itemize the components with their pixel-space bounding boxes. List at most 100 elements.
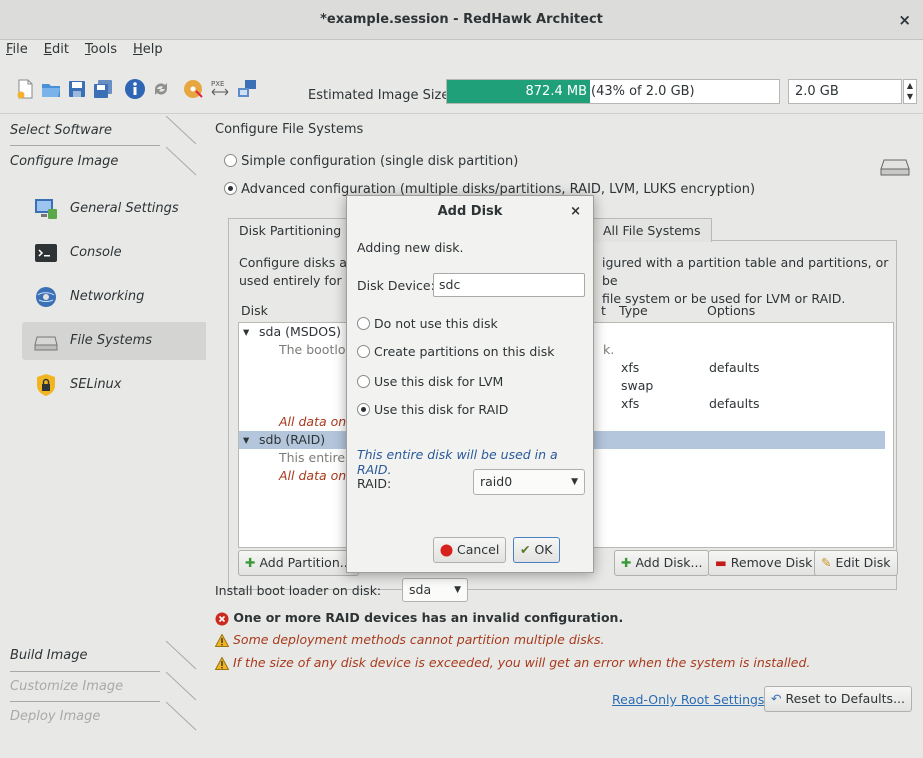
step-separator (10, 145, 160, 146)
save-as-icon[interactable] (92, 78, 114, 100)
step-select-software[interactable]: Select Software (10, 116, 206, 146)
ok-button[interactable]: ✔ OK (513, 537, 560, 563)
toolbar: PXE Estimated Image Size: 872.4 MB (43% … (0, 68, 923, 114)
radio-button[interactable] (224, 182, 237, 195)
max-size-spinner[interactable]: ▲ ▼ (903, 79, 917, 104)
step-divider-icon (166, 702, 197, 731)
cancel-button[interactable]: Cancel (433, 537, 507, 563)
menu-tools[interactable]: Tools (79, 40, 123, 57)
chevron-down-icon: ▼ (571, 477, 578, 487)
image-size-progress: 872.4 MB (43% of 2.0 GB) (446, 79, 780, 104)
step-divider-icon (166, 147, 197, 176)
column-mount-point[interactable]: t (601, 303, 606, 318)
option-do-not-use[interactable]: Do not use this disk (357, 316, 498, 331)
disk-device-input[interactable]: sdc (433, 273, 585, 297)
radio-button[interactable] (224, 154, 237, 167)
column-options[interactable]: Options (707, 303, 755, 318)
radio-button[interactable] (357, 375, 370, 388)
expander-icon[interactable]: ▾ (243, 323, 249, 341)
option-use-lvm[interactable]: Use this disk for LVM (357, 374, 503, 389)
open-folder-icon[interactable] (40, 78, 62, 100)
sidebar-item-file-systems[interactable]: File Systems (22, 322, 206, 360)
estimated-size-label: Estimated Image Size: (308, 88, 454, 103)
remove-disk-button[interactable]: ▬ Remove Disk (708, 550, 820, 576)
reset-to-defaults-button[interactable]: ↶ Reset to Defaults... (764, 686, 912, 712)
notebook-description-right: igured with a partition table and partit… (602, 255, 889, 306)
warning-icon (215, 634, 229, 647)
save-icon[interactable] (66, 78, 88, 100)
console-icon (35, 244, 57, 262)
networking-icon (36, 287, 56, 307)
notebook-description-left: Configure disks an used entirely for L (239, 255, 355, 288)
dialog-close-button[interactable]: × (570, 196, 581, 228)
progress-percent: (43% of 2.0 GB) (591, 84, 695, 99)
add-disk-dialog: Add Disk × Adding new disk. Disk Device:… (346, 195, 594, 573)
option-use-raid[interactable]: Use this disk for RAID (357, 402, 508, 417)
dialog-intro: Adding new disk. (357, 240, 464, 255)
sidebar-item-console[interactable]: Console (22, 234, 207, 272)
sidebar-item-general-settings[interactable]: General Settings (22, 190, 207, 228)
option-create-partitions[interactable]: Create partitions on this disk (357, 344, 555, 359)
info-icon[interactable] (124, 78, 146, 100)
raid-select[interactable]: raid0 ▼ (473, 469, 585, 495)
lock-icon (37, 374, 55, 396)
column-type[interactable]: Type (619, 303, 648, 318)
menu-file[interactable]: File (0, 40, 34, 57)
ok-icon: ✔ (520, 542, 531, 557)
disk-size-warning: If the size of any disk device is exceed… (215, 655, 810, 670)
raid-label: RAID: (357, 476, 392, 491)
add-icon: ✚ (245, 555, 256, 570)
new-file-icon[interactable] (14, 78, 36, 100)
edit-disk-button[interactable]: ✎ Edit Disk (814, 550, 898, 576)
menu-file-rest: ile (12, 42, 28, 57)
undo-icon: ↶ (771, 691, 782, 706)
window-titlebar: *example.session - RedHawk Architect (0, 0, 923, 40)
step-deploy-image: Deploy Image (10, 702, 206, 732)
add-disk-button[interactable]: ✚ Add Disk... (614, 550, 710, 576)
menu-help[interactable]: Help (127, 40, 169, 57)
workflow-sidebar: Select Software Configure Image General … (0, 116, 206, 736)
hard-disk-icon (34, 336, 58, 351)
warning-icon (215, 657, 229, 670)
hard-disk-icon (880, 159, 910, 176)
burn-disc-icon[interactable] (182, 78, 204, 100)
page-title: Configure File Systems (215, 122, 364, 137)
radio-button[interactable] (357, 345, 370, 358)
add-partition-button[interactable]: ✚ Add Partition... (238, 550, 359, 576)
read-only-root-settings-link[interactable]: Read-Only Root Settings (612, 692, 764, 707)
spin-up-icon[interactable]: ▲ (904, 80, 916, 91)
cancel-icon (440, 544, 453, 557)
progress-value: 872.4 MB (525, 84, 587, 99)
sidebar-item-networking[interactable]: Networking (22, 278, 207, 316)
window-title: *example.session - RedHawk Architect (320, 12, 603, 27)
dialog-title: Add Disk (437, 204, 503, 219)
window-close-button[interactable]: × (898, 0, 911, 40)
max-size-field[interactable]: 2.0 GB (788, 79, 902, 104)
add-icon: ✚ (621, 555, 632, 570)
radio-button[interactable] (357, 317, 370, 330)
expander-icon[interactable]: ▾ (243, 431, 249, 449)
sidebar-item-selinux[interactable]: SELinux (22, 366, 207, 404)
network-deploy-icon[interactable] (236, 78, 258, 100)
edit-icon: ✎ (821, 555, 832, 570)
bootloader-label: Install boot loader on disk: (215, 583, 382, 598)
remove-icon: ▬ (715, 555, 727, 570)
step-configure-image[interactable]: Configure Image (10, 147, 206, 177)
step-build-image[interactable]: Build Image (10, 641, 206, 671)
step-divider-icon (166, 672, 197, 701)
tab-disk-partitioning[interactable]: Disk Partitioning (228, 218, 353, 243)
simple-config-radio[interactable]: Simple configuration (single disk partit… (224, 154, 518, 169)
refresh-icon[interactable] (150, 78, 172, 100)
chevron-down-icon: ▼ (454, 585, 461, 595)
spin-down-icon[interactable]: ▼ (904, 91, 916, 102)
disk-device-label: Disk Device: (357, 278, 435, 293)
tab-all-file-systems[interactable]: All File Systems (592, 218, 712, 242)
error-icon (215, 612, 229, 625)
bootloader-disk-select[interactable]: sda ▼ (402, 578, 468, 602)
step-divider-icon (166, 116, 197, 145)
column-disk[interactable]: Disk (241, 303, 268, 318)
menu-edit[interactable]: Edit (38, 40, 75, 57)
step-divider-icon (166, 641, 197, 670)
radio-button[interactable] (357, 403, 370, 416)
pxe-icon[interactable]: PXE (208, 78, 232, 100)
